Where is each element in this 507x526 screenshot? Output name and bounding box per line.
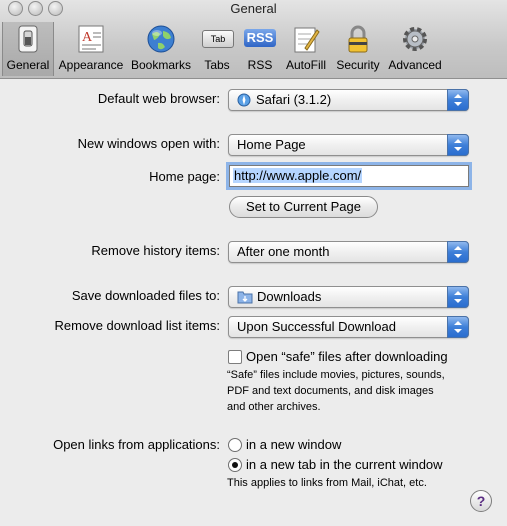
tab-rss[interactable]: RSS RSS	[240, 22, 280, 76]
window-title: General	[230, 1, 277, 16]
tab-appearance[interactable]: A Appearance	[55, 22, 127, 76]
radio-new-window-label: in a new window	[246, 437, 342, 452]
radio-new-tab[interactable]	[228, 458, 242, 472]
title-bar: General General A Appearance Bookmarks T…	[0, 0, 507, 79]
tab-icon: Tab	[202, 30, 234, 48]
popup-arrows-icon	[447, 286, 469, 308]
safe-note-line-1: “Safe” files include movies, pictures, s…	[227, 369, 445, 381]
save-downloads-value: Downloads	[257, 289, 322, 304]
tab-label: Tabs	[204, 58, 230, 72]
home-page-label: Home page:	[149, 169, 220, 184]
tab-label: Advanced	[388, 58, 442, 72]
open-safe-label: Open “safe” files after downloading	[246, 349, 448, 364]
remove-history-value: After one month	[237, 244, 330, 259]
tab-general[interactable]: General	[2, 22, 54, 76]
new-windows-label: New windows open with:	[77, 136, 220, 151]
tab-bookmarks[interactable]: Bookmarks	[129, 22, 193, 76]
remove-history-label: Remove history items:	[91, 243, 220, 258]
gear-icon	[403, 27, 427, 51]
globe-icon	[147, 25, 175, 53]
tab-label: Bookmarks	[130, 58, 192, 72]
tab-label: AutoFill	[285, 58, 326, 72]
safe-note-line-3: and other archives.	[227, 401, 321, 413]
tab-security[interactable]: Security	[333, 22, 383, 76]
tab-icon-text: Tab	[210, 34, 226, 44]
default-browser-value: Safari (3.1.2)	[256, 92, 332, 107]
popup-arrows-icon	[447, 241, 469, 263]
radio-new-tab-label: in a new tab in the current window	[246, 457, 443, 472]
tab-autofill[interactable]: AutoFill	[282, 22, 330, 76]
tab-advanced[interactable]: Advanced	[386, 22, 444, 76]
tab-label: RSS	[247, 58, 273, 72]
set-current-page-button[interactable]: Set to Current Page	[229, 196, 378, 218]
safari-compass-icon	[237, 93, 251, 107]
help-button[interactable]: ?	[470, 490, 492, 512]
remove-download-list-popup[interactable]: Upon Successful Download	[228, 316, 469, 338]
appearance-icon: A	[78, 25, 104, 53]
svg-text:A: A	[82, 30, 93, 45]
home-page-value: http://www.apple.com/	[233, 168, 363, 183]
tab-tabs[interactable]: Tab Tabs	[196, 22, 238, 76]
safe-note-line-2: PDF and text documents, and disk images	[227, 385, 434, 397]
open-safe-checkbox[interactable]	[228, 350, 242, 364]
folder-icon	[237, 291, 253, 304]
new-windows-popup[interactable]: Home Page	[228, 134, 469, 156]
save-downloads-label: Save downloaded files to:	[71, 288, 220, 303]
rss-icon: RSS	[244, 29, 276, 47]
tab-label: Security	[336, 58, 380, 72]
tab-label: General	[6, 58, 50, 72]
default-browser-popup[interactable]: Safari (3.1.2)	[228, 89, 469, 111]
remove-download-list-label: Remove download list items:	[54, 318, 220, 333]
remove-download-list-value: Upon Successful Download	[237, 319, 396, 334]
open-links-label: Open links from applications:	[53, 437, 220, 452]
save-downloads-popup[interactable]: Downloads	[228, 286, 469, 308]
links-note: This applies to links from Mail, iChat, …	[227, 477, 427, 489]
new-windows-value: Home Page	[237, 137, 306, 152]
home-page-field[interactable]: http://www.apple.com/	[229, 165, 469, 187]
remove-history-popup[interactable]: After one month	[228, 241, 469, 263]
pencil-pad-icon	[294, 27, 320, 53]
popup-arrows-icon	[447, 134, 469, 156]
rss-icon-text: RSS	[246, 30, 274, 45]
padlock-icon	[348, 25, 368, 53]
popup-arrows-icon	[447, 316, 469, 338]
radio-new-window[interactable]	[228, 438, 242, 452]
switch-icon	[18, 25, 38, 53]
popup-arrows-icon	[447, 89, 469, 111]
default-browser-label: Default web browser:	[97, 91, 220, 106]
tab-label: Appearance	[58, 58, 124, 72]
